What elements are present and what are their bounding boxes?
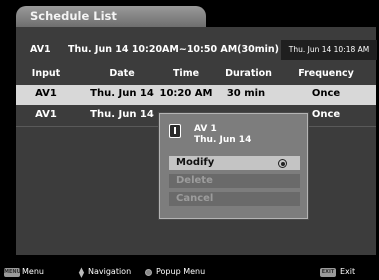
input-source-icon [169, 124, 181, 138]
footer-hints: MENU Menu ▲ ▼ Navigation Popup Menu EXIT … [0, 265, 379, 280]
popup-menu-hint: Popup Menu [156, 267, 206, 276]
header-frequency: Frequency [298, 68, 354, 79]
popup-title: AV 1 Thu. Jun 14 [194, 124, 251, 146]
cell-input: AV1 [35, 109, 57, 120]
cell-duration: 30 min [226, 88, 266, 99]
header-input: Input [31, 68, 61, 79]
popup-menu: AV 1 Thu. Jun 14 Modify Delete Cancel [159, 113, 308, 219]
up-down-arrows-icon: ▲ ▼ [78, 266, 85, 279]
delete-label: Delete [176, 175, 213, 186]
menu-key-badge: MENU [4, 268, 21, 277]
cell-time: 10:20 AM [159, 88, 213, 99]
current-input: AV1 [30, 44, 51, 55]
exit-key-badge: EXIT [320, 268, 336, 277]
modify-label: Modify [176, 157, 215, 168]
navigation-hint: Navigation [88, 267, 132, 276]
popup-title-input: AV 1 [194, 124, 217, 134]
header-date: Date [109, 68, 135, 79]
current-schedule: Thu. Jun 14 10:20AM~10:50 AM(30min) [68, 44, 279, 55]
title-tab: Schedule List [16, 6, 206, 27]
modify-menu-item[interactable]: Modify [169, 156, 300, 170]
schedule-row-selected[interactable]: AV1 Thu. Jun 14 10:20 AM 30 min Once [16, 85, 376, 105]
cancel-menu-item[interactable]: Cancel [169, 192, 300, 206]
screen-title: Schedule List [30, 9, 117, 23]
current-clock: Thu. Jun 14 10:18 AM [281, 40, 377, 60]
cancel-label: Cancel [176, 193, 214, 204]
menu-hint: Menu [22, 267, 44, 276]
cell-frequency: Once [311, 88, 341, 99]
header-duration: Duration [225, 68, 272, 79]
header-time: Time [172, 68, 200, 79]
popup-title-date: Thu. Jun 14 [194, 135, 252, 145]
cell-input: AV1 [35, 88, 57, 99]
ok-button-icon [145, 269, 152, 276]
cell-date: Thu. Jun 14 [90, 88, 154, 99]
exit-hint: Exit [340, 267, 356, 276]
cell-date: Thu. Jun 14 [90, 109, 154, 120]
radio-selected-icon [278, 159, 287, 168]
delete-menu-item[interactable]: Delete [169, 174, 300, 188]
